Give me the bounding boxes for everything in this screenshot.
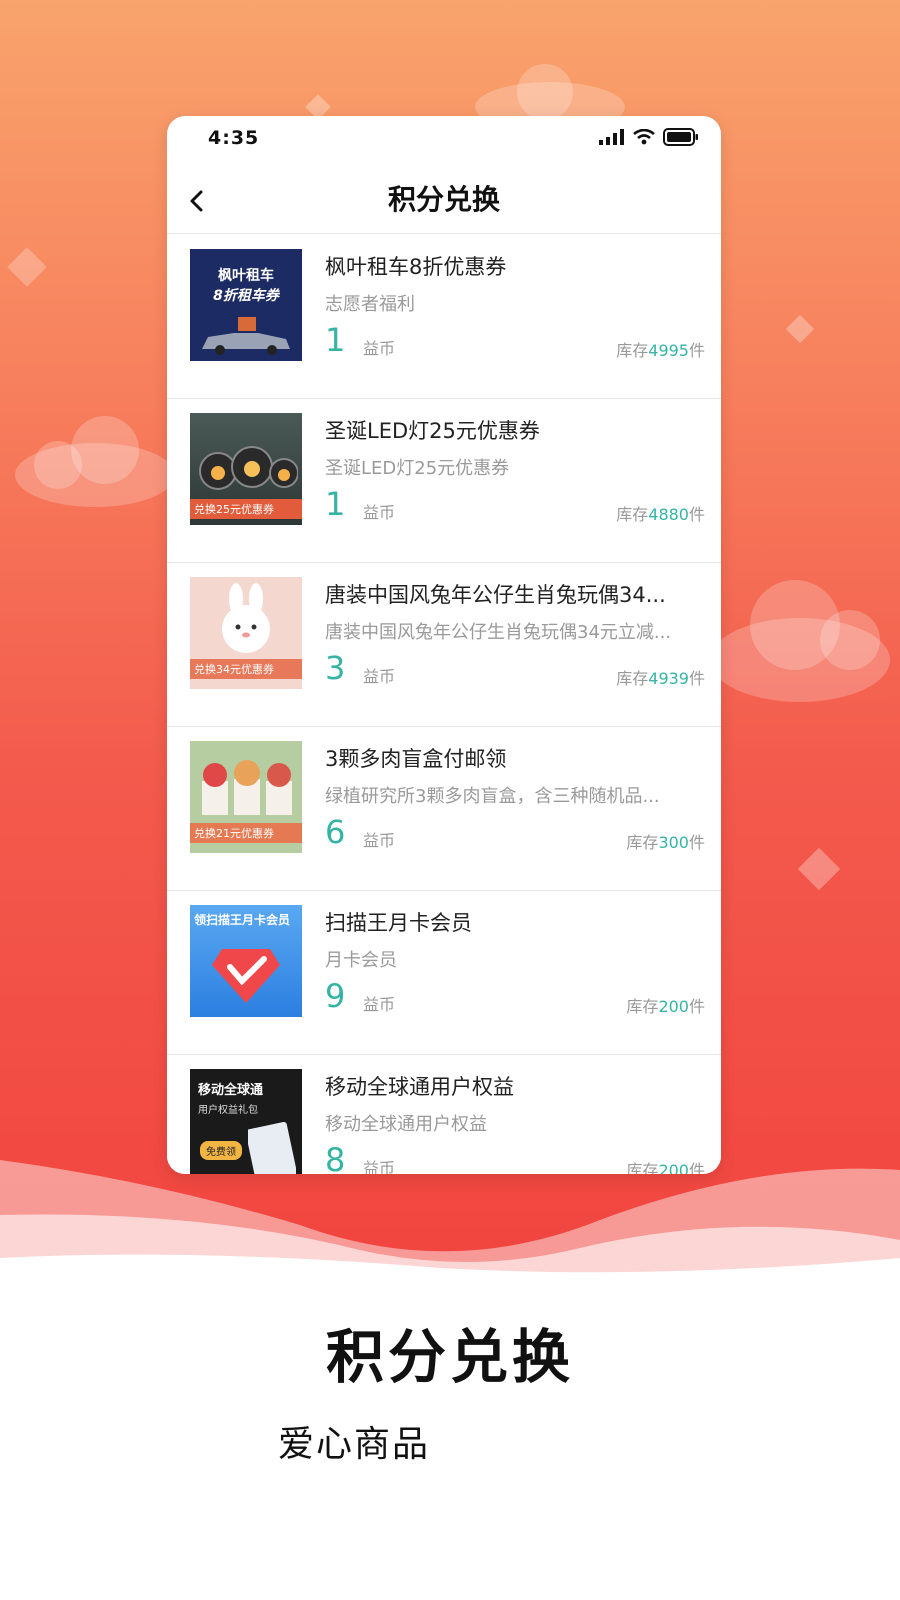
stock-suffix: 件 [688,669,705,688]
diamond-decoration [7,247,47,287]
stock-info: 库存4939件 [616,665,705,689]
diamond-decoration [797,847,841,891]
list-item[interactable]: 兑换25元优惠券 圣诞LED灯25元优惠券 圣诞LED灯25元优惠券 1 益币 … [167,399,721,563]
wave-decoration [0,1160,900,1300]
stock-count: 4880 [648,505,689,524]
glare-decoration [420,1410,660,1600]
stock-info: 库存4995件 [616,337,705,361]
stock-info: 库存300件 [626,829,705,853]
thumb-label: 兑换25元优惠券 [190,499,302,519]
rabbit-toy-image [222,583,270,653]
stock-count: 200 [658,997,689,1016]
item-price: 1 [325,321,346,359]
stock-prefix: 库存 [616,505,649,524]
item-subtitle: 志愿者福利 [325,294,415,315]
stock-info: 库存4880件 [616,501,705,525]
item-subtitle: 绿植研究所3颗多肉盲盒，含三种随机品... [325,786,660,807]
price-unit: 益币 [363,339,396,358]
product-thumbnail: 枫叶租车 8折租车券 [190,249,302,361]
product-thumbnail: 领扫描王月卡会员 [190,905,302,1017]
product-thumbnail: 兑换21元优惠券 [190,741,302,853]
status-time: 4:35 [208,127,260,149]
stock-count: 4939 [648,669,689,688]
stock-count: 4995 [648,341,689,360]
car-image [202,317,290,355]
vip-gem-icon [212,949,280,1003]
stock-prefix: 库存 [626,997,659,1016]
item-title: 唐装中国风兔年公仔生肖兔玩偶34... [325,583,666,607]
stock-suffix: 件 [688,833,705,852]
diamond-decoration [785,314,815,344]
item-title: 枫叶租车8折优惠券 [325,255,507,279]
stock-suffix: 件 [688,997,705,1016]
price-unit: 益币 [363,831,396,850]
thumb-label: 领扫描王月卡会员 [194,913,291,927]
phone-screen: 4:35 积分兑换 枫叶租车 8折租车券 枫叶租车8折优惠券 志愿者福利 1 益… [167,116,721,1174]
page-title: 积分兑换 [387,183,500,216]
price-unit: 益币 [363,995,396,1014]
promo-title: 积分兑换 [325,1323,574,1391]
thumb-label: 兑换34元优惠券 [190,659,302,679]
item-title: 圣诞LED灯25元优惠券 [325,419,540,443]
price-unit: 益币 [363,667,396,686]
thumb-line2: 用户权益礼包 [198,1105,258,1116]
thumb-label: 兑换21元优惠券 [190,823,302,843]
thumb-line1: 枫叶租车 [218,268,274,284]
stock-count: 300 [658,833,689,852]
status-icons [599,128,699,146]
lantern-image [199,446,298,490]
item-price: 6 [325,813,346,851]
item-title: 3颗多肉盲盒付邮领 [325,747,507,771]
succulent-image [202,760,292,815]
nav-bar: 积分兑换 [167,162,721,234]
product-thumbnail: 兑换34元优惠券 [190,577,302,689]
stock-info: 库存200件 [626,993,705,1017]
price-unit: 益币 [363,503,396,522]
battery-icon [663,128,698,146]
item-title: 扫描王月卡会员 [325,911,472,935]
status-bar: 4:35 [167,116,721,162]
list-item[interactable]: 兑换21元优惠券 3颗多肉盲盒付邮领 绿植研究所3颗多肉盲盒，含三种随机品...… [167,727,721,891]
list-item[interactable]: 领扫描王月卡会员 扫描王月卡会员 月卡会员 9 益币 库存200件 [167,891,721,1055]
list-item[interactable]: 兑换34元优惠券 唐装中国风兔年公仔生肖兔玩偶34... 唐装中国风兔年公仔生肖… [167,563,721,727]
item-subtitle: 月卡会员 [325,950,397,971]
product-list[interactable]: 枫叶租车 8折租车券 枫叶租车8折优惠券 志愿者福利 1 益币 库存4995件 [167,235,721,1174]
thumb-line2: 8折租车券 [213,288,279,304]
signal-icon [599,129,624,145]
thumb-line1: 移动全球通 [198,1083,264,1098]
item-title: 移动全球通用户权益 [325,1075,514,1099]
stock-prefix: 库存 [616,341,649,360]
stock-prefix: 库存 [616,669,649,688]
item-price: 1 [325,485,346,523]
list-item[interactable]: 枫叶租车 8折租车券 枫叶租车8折优惠券 志愿者福利 1 益币 库存4995件 [167,235,721,399]
cloud-decoration-left [15,416,175,507]
stock-suffix: 件 [688,505,705,524]
item-subtitle: 唐装中国风兔年公仔生肖兔玩偶34元立减... [325,622,672,643]
item-price: 9 [325,977,346,1015]
wifi-icon [633,129,655,145]
cloud-decoration-right [710,580,890,702]
stock-suffix: 件 [688,341,705,360]
item-subtitle: 圣诞LED灯25元优惠券 [325,458,510,479]
stock-prefix: 库存 [626,833,659,852]
item-price: 3 [325,649,346,687]
product-thumbnail: 兑换25元优惠券 [190,413,302,525]
